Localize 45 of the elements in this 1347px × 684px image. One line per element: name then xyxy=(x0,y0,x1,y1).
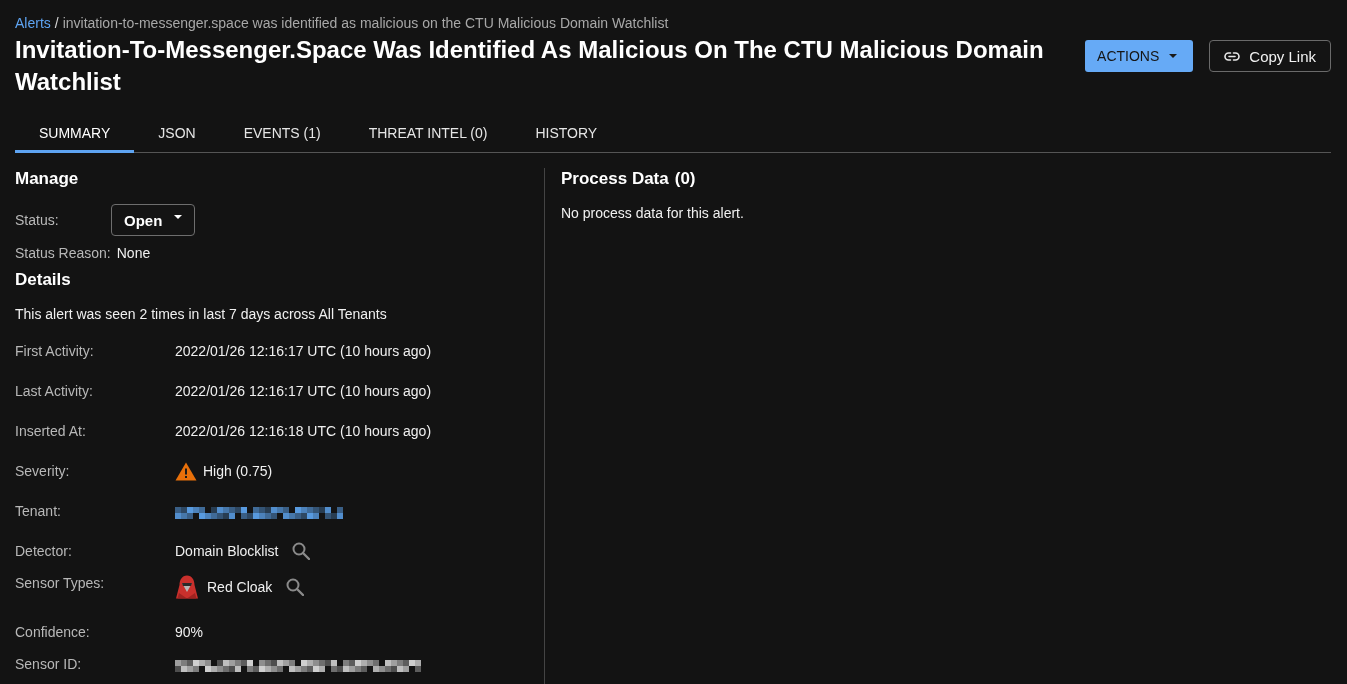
tab[interactable]: EVENTS (1) xyxy=(219,112,345,153)
hooded-figure-icon xyxy=(175,575,199,599)
breadcrumb-link[interactable]: Alerts xyxy=(15,14,51,32)
breadcrumb-current: invitation-to-messenger.space was identified as malicious on the CTU Malicious Domain Watchlist xyxy=(62,14,669,32)
tab[interactable]: HISTORY xyxy=(511,112,622,153)
field-value: Domain Blocklist xyxy=(175,542,279,561)
field-label: Inserted At: xyxy=(15,422,87,441)
caret-icon xyxy=(1169,54,1178,58)
field-label: First Activity: xyxy=(15,342,95,361)
copy-link-button[interactable]: Copy Link xyxy=(1209,40,1331,72)
field-value: 90% xyxy=(175,623,204,642)
tab[interactable]: THREAT INTEL (0) xyxy=(344,112,512,153)
field-label: Sensor Types: xyxy=(15,574,106,593)
warning-icon xyxy=(175,461,197,481)
field-value: 2022/01/26 12:16:17 UTC (10 hours ago) xyxy=(175,342,432,361)
field-label: Severity: xyxy=(15,462,71,481)
section-heading: Process Data xyxy=(561,169,669,188)
section-heading: Details xyxy=(15,269,72,291)
field-label: Detector: xyxy=(15,542,73,561)
status-dropdown[interactable]: Open xyxy=(111,204,195,236)
search-icon[interactable] xyxy=(286,578,305,596)
field-value: 2022/01/26 12:16:18 UTC (10 hours ago) xyxy=(175,422,432,441)
field-value: None xyxy=(116,244,151,263)
empty-message: No process data for this alert. xyxy=(561,204,744,223)
alert-title: Invitation-To-Messenger.Space Was Identified As Malicious On The CTU Malicious Domain Watchlist xyxy=(15,35,1045,97)
section-heading: Manage xyxy=(15,168,80,190)
search-icon[interactable] xyxy=(292,542,311,560)
field-value: High (0.75) xyxy=(203,462,273,481)
field-label: Confidence: xyxy=(15,623,91,642)
field-label: Tenant: xyxy=(15,502,62,521)
alert-summary: This alert was seen 2 times in last 7 days across All Tenants xyxy=(15,305,388,324)
actions-button[interactable]: ACTIONS xyxy=(1085,40,1194,72)
field-label: Status Reason: xyxy=(15,244,111,263)
caret-icon xyxy=(174,215,182,219)
field-label: Last Activity: xyxy=(15,382,94,401)
tab[interactable]: JSON xyxy=(134,112,220,153)
process-count: (0) xyxy=(674,169,696,188)
link-icon xyxy=(1224,51,1241,61)
field-label: Sensor ID: xyxy=(15,655,83,674)
field-value: 2022/01/26 12:16:17 UTC (10 hours ago) xyxy=(175,382,432,401)
tab[interactable]: SUMMARY xyxy=(15,112,135,153)
pixelated-redaction[interactable] xyxy=(175,507,343,519)
field-value: Red Cloak xyxy=(207,578,273,597)
field-label: Status: xyxy=(15,211,60,230)
breadcrumb-separator: / xyxy=(54,14,59,32)
